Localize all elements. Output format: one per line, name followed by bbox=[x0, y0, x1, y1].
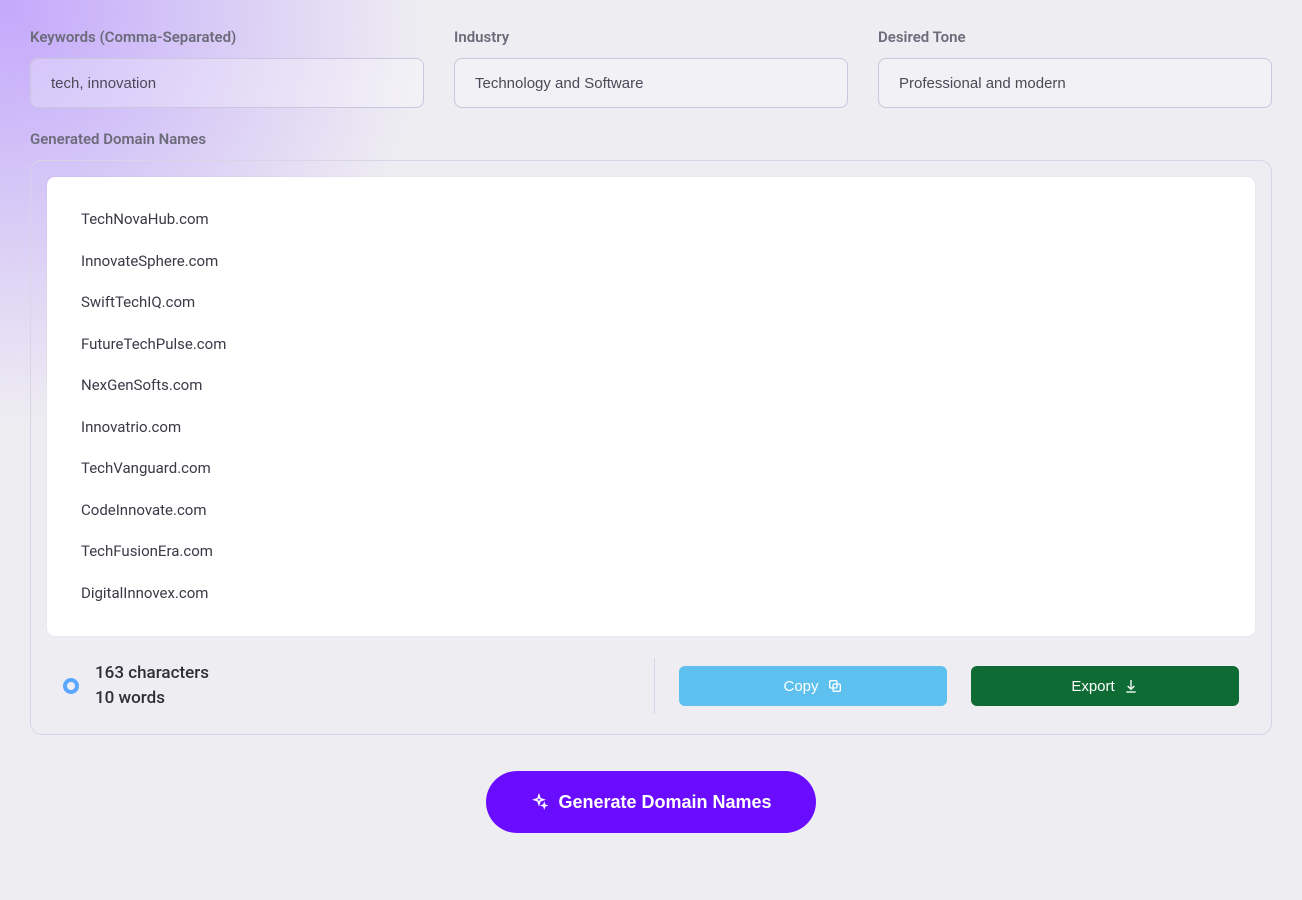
generate-row: Generate Domain Names bbox=[30, 771, 1272, 833]
copy-button-label: Copy bbox=[783, 678, 818, 695]
export-button[interactable]: Export bbox=[971, 666, 1239, 706]
industry-label: Industry bbox=[454, 28, 848, 46]
stats-text: 163 characters 10 words bbox=[95, 661, 209, 712]
footer-actions: Copy Export bbox=[654, 658, 1239, 714]
inputs-row: Keywords (Comma-Separated) Industry Desi… bbox=[30, 28, 1272, 108]
list-item: TechFusionEra.com bbox=[81, 531, 1235, 573]
copy-icon bbox=[827, 678, 843, 694]
list-item: FutureTechPulse.com bbox=[81, 324, 1235, 366]
keywords-input[interactable] bbox=[30, 58, 424, 108]
industry-input[interactable] bbox=[454, 58, 848, 108]
tone-input[interactable] bbox=[878, 58, 1272, 108]
export-button-label: Export bbox=[1071, 678, 1114, 695]
keywords-field-group: Keywords (Comma-Separated) bbox=[30, 28, 424, 108]
page-container: Keywords (Comma-Separated) Industry Desi… bbox=[0, 0, 1302, 863]
copy-button[interactable]: Copy bbox=[679, 666, 947, 706]
results-card: TechNovaHub.comInnovateSphere.comSwiftTe… bbox=[30, 160, 1272, 735]
sparkle-icon bbox=[530, 793, 548, 811]
word-count-text: 10 words bbox=[95, 686, 209, 712]
list-item: CodeInnovate.com bbox=[81, 490, 1235, 532]
generate-button-label: Generate Domain Names bbox=[558, 792, 771, 813]
list-item: Innovatrio.com bbox=[81, 407, 1235, 449]
list-item: SwiftTechIQ.com bbox=[81, 282, 1235, 324]
list-item: DigitalInnovex.com bbox=[81, 573, 1235, 615]
stats-indicator-icon bbox=[63, 678, 79, 694]
keywords-label: Keywords (Comma-Separated) bbox=[30, 28, 424, 46]
download-icon bbox=[1123, 678, 1139, 694]
industry-field-group: Industry bbox=[454, 28, 848, 108]
action-buttons: Copy Export bbox=[679, 666, 1239, 706]
results-footer: 163 characters 10 words Copy Export bbox=[47, 640, 1255, 718]
stats-wrap: 163 characters 10 words bbox=[63, 661, 209, 712]
footer-divider bbox=[654, 658, 655, 714]
list-item: TechVanguard.com bbox=[81, 448, 1235, 490]
list-item: TechNovaHub.com bbox=[81, 199, 1235, 241]
char-count-text: 163 characters bbox=[95, 661, 209, 687]
results-list: TechNovaHub.comInnovateSphere.comSwiftTe… bbox=[47, 177, 1255, 636]
generate-button[interactable]: Generate Domain Names bbox=[486, 771, 815, 833]
results-section-label: Generated Domain Names bbox=[30, 130, 1272, 148]
tone-field-group: Desired Tone bbox=[878, 28, 1272, 108]
list-item: InnovateSphere.com bbox=[81, 241, 1235, 283]
list-item: NexGenSofts.com bbox=[81, 365, 1235, 407]
tone-label: Desired Tone bbox=[878, 28, 1272, 46]
